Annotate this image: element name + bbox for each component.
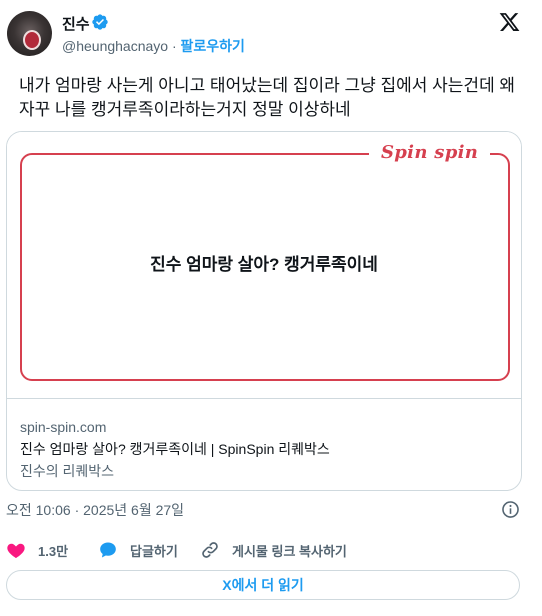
reply-label: 답글하기 (130, 543, 178, 559)
info-icon[interactable] (501, 500, 520, 519)
card-title: 진수 엄마랑 살아? 캥거루족이네 | SpinSpin 리퀘박스 (20, 441, 330, 457)
spinspin-logo: Spin spin (369, 142, 491, 163)
tweet-text: 내가 엄마랑 사는게 아니고 태어났는데 집이라 그냥 집에서 사는건데 왜 자… (19, 76, 516, 119)
read-more-label: X에서 더 읽기 (222, 577, 304, 593)
read-more-button[interactable]: X에서 더 읽기 (6, 570, 520, 600)
tweet-header: 진수 @heunghacnayo · 팔로우하기 (0, 0, 542, 70)
card-image[interactable]: Spin spin 진수 엄마랑 살아? 캥거루족이네 (7, 132, 521, 398)
like-button[interactable]: 1.3만 (6, 538, 68, 562)
follow-button[interactable]: 팔로우하기 (181, 38, 245, 54)
handle-row: @heunghacnayo · 팔로우하기 (62, 36, 245, 56)
action-bar: 1.3만 답글하기 게시물 링크 복사하기 (6, 538, 526, 562)
copy-link-button[interactable]: 게시물 링크 복사하기 (200, 538, 347, 562)
separator: · (171, 38, 177, 54)
user-handle[interactable]: @heunghacnayo (62, 38, 168, 54)
card-info: spin-spin.com 진수 엄마랑 살아? 캥거루족이네 | SpinSp… (20, 416, 330, 482)
timestamp[interactable]: 오전 10:06 · 2025년 6월 27일 (6, 500, 184, 520)
card-description: 진수의 리퀘박스 (20, 463, 115, 479)
verified-badge-icon (92, 14, 108, 30)
reply-button[interactable]: 답글하기 (98, 538, 178, 562)
x-logo-icon[interactable] (498, 11, 521, 33)
user-name[interactable]: 진수 (62, 13, 90, 34)
card-domain: spin-spin.com (20, 419, 107, 435)
link-card[interactable]: Spin spin 진수 엄마랑 살아? 캥거루족이네 spin-spin.co… (6, 131, 522, 491)
heart-icon (7, 543, 25, 558)
link-icon (202, 542, 218, 558)
card-divider (7, 398, 521, 399)
avatar[interactable] (7, 11, 52, 56)
reply-bubble-icon (100, 542, 116, 558)
like-count: 1.3만 (38, 543, 69, 559)
card-headline: 진수 엄마랑 살아? 캥거루족이네 (150, 255, 378, 274)
copy-link-label: 게시물 링크 복사하기 (232, 543, 347, 559)
